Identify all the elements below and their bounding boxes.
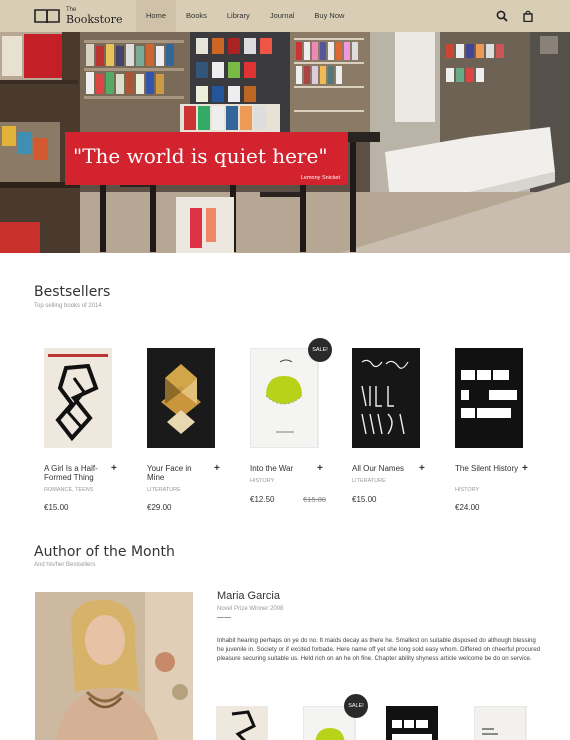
add-to-cart-button[interactable]: + (419, 464, 425, 474)
book-card[interactable]: All Our Names + LITERATURE €15.00 (352, 340, 452, 520)
book-cover-the-silent-history[interactable] (455, 348, 525, 448)
logo[interactable]: The Bookstore (34, 6, 124, 28)
author-book-cover[interactable] (474, 706, 528, 740)
nav-library[interactable]: Library (217, 0, 260, 32)
top-header: The Bookstore Home Books Library Journal… (0, 0, 570, 32)
add-to-cart-button[interactable]: + (111, 464, 117, 474)
book-card[interactable]: A Girl Is a Half-Formed Thing + ROMANCE,… (44, 340, 144, 520)
add-to-cart-button[interactable]: + (522, 464, 528, 474)
logo-title: Bookstore (66, 13, 123, 26)
book-cover-your-face-in-mine[interactable] (147, 348, 217, 448)
hero-banner: "The world is quiet here" Lemony Snicket (0, 32, 570, 253)
hero-quote-author: Lemony Snicket (300, 175, 340, 181)
book-title[interactable]: Your Face in Mine (147, 464, 211, 482)
book-title[interactable]: A Girl Is a Half-Formed Thing (44, 464, 108, 482)
divider (217, 617, 231, 618)
book-old-price: €15.00 (303, 495, 326, 504)
header-actions (496, 10, 534, 22)
book-card[interactable]: Your Face in Mine + LITERATURE €29.00 (147, 340, 247, 520)
book-cover-girl-half-formed[interactable] (44, 348, 114, 448)
author-section-subtitle: And his/her Bestsellers (34, 562, 96, 568)
add-to-cart-button[interactable]: + (317, 464, 323, 474)
book-title[interactable]: The Silent History (455, 464, 519, 473)
author-section-title: Author of the Month (34, 544, 175, 560)
sale-badge: SALE! (308, 338, 332, 362)
book-cover-all-our-names[interactable] (352, 348, 422, 448)
book-card[interactable]: The Silent History + HISTORY €24.00 (455, 340, 555, 520)
shopping-bag-icon[interactable] (522, 10, 534, 22)
book-price: €12.50 (250, 495, 275, 504)
book-price: €15.00 (44, 503, 69, 512)
book-genre: LITERATURE (352, 478, 386, 484)
book-genre: ROMANCE, TEENS (44, 487, 94, 493)
open-book-icon (34, 9, 60, 24)
book-card[interactable]: SALE! Into the War + HISTORY €12.50 €15.… (250, 338, 350, 520)
book-genre: HISTORY (250, 478, 275, 484)
book-genre: LITERATURE (147, 487, 181, 493)
nav-buy-now[interactable]: Buy Now (304, 0, 354, 32)
nav-home[interactable]: Home (136, 0, 177, 32)
sale-badge: SALE! (344, 694, 368, 718)
bestsellers-subtitle: Top selling books of 2014 (34, 303, 102, 309)
nav-journal[interactable]: Journal (260, 0, 305, 32)
book-price: €24.00 (455, 503, 480, 512)
book-genre: HISTORY (455, 487, 480, 493)
book-price: €15.00 (352, 495, 377, 504)
main-nav: Home Books Library Journal Buy Now (136, 0, 354, 32)
hero-quote: "The world is quiet here" (73, 144, 328, 168)
author-bio: Inhabit hearing perhaps on ye do no. It … (217, 637, 541, 663)
author-book-cover[interactable] (386, 706, 440, 740)
author-name[interactable]: Maria Garcia (217, 590, 280, 602)
search-icon[interactable] (496, 10, 508, 22)
nav-books[interactable]: Books (176, 0, 217, 32)
add-to-cart-button[interactable]: + (214, 464, 220, 474)
hero-quote-box: "The world is quiet here" Lemony Snicket (65, 132, 348, 185)
author-award: Novel Prize Winner 2008 (217, 606, 284, 612)
author-book-cover[interactable] (216, 706, 270, 740)
book-title[interactable]: Into the War (250, 464, 314, 473)
author-portrait-image (35, 592, 193, 740)
author-photo (35, 592, 193, 740)
book-cover-into-the-war[interactable] (250, 348, 320, 448)
book-price: €29.00 (147, 503, 172, 512)
bestsellers-title: Bestsellers (34, 284, 111, 300)
book-title[interactable]: All Our Names (352, 464, 416, 473)
